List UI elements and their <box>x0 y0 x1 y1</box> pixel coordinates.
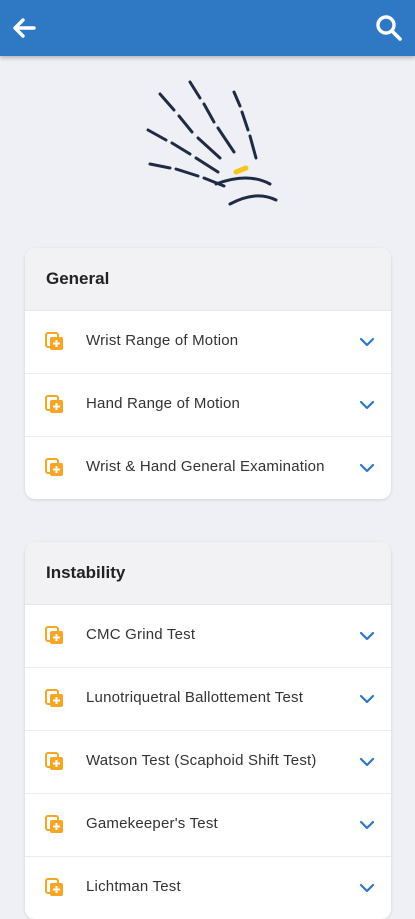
add-document-icon <box>45 458 63 476</box>
add-document-icon <box>45 752 63 770</box>
search-icon[interactable] <box>373 12 405 44</box>
chevron-down-icon[interactable] <box>359 397 375 413</box>
list-item[interactable]: Lunotriquetral Ballottement Test <box>25 668 391 731</box>
add-document-icon <box>45 689 63 707</box>
arrow-left-icon[interactable] <box>8 12 40 44</box>
list-item-label: Watson Test (Scaphoid Shift Test) <box>86 752 317 769</box>
chevron-down-icon[interactable] <box>359 754 375 770</box>
list-item[interactable]: Hand Range of Motion <box>25 374 391 437</box>
list-item-label: Gamekeeper's Test <box>86 815 218 832</box>
chevron-down-icon[interactable] <box>359 880 375 896</box>
add-document-icon <box>45 626 63 644</box>
add-document-icon <box>45 878 63 896</box>
list-item[interactable]: Watson Test (Scaphoid Shift Test) <box>25 731 391 794</box>
list-item-label: Hand Range of Motion <box>86 395 241 412</box>
chevron-down-icon[interactable] <box>359 628 375 644</box>
list-item[interactable]: Wrist & Hand General Examination <box>25 437 391 499</box>
section-title: Instability <box>25 542 391 605</box>
hand-bones-icon <box>146 80 278 206</box>
list-item[interactable]: Lichtman Test <box>25 857 391 919</box>
list-item-label: Lunotriquetral Ballottement Test <box>86 689 304 706</box>
list-item[interactable]: CMC Grind Test <box>25 605 391 668</box>
list-item[interactable]: Wrist Range of Motion <box>25 311 391 374</box>
list-item[interactable]: Gamekeeper's Test <box>25 794 391 857</box>
app-bar <box>0 0 415 56</box>
add-document-icon <box>45 815 63 833</box>
section-card-general: General Wrist Range of Motion Hand Range… <box>25 248 391 499</box>
section-card-instability: Instability CMC Grind Test Lunotriquetra… <box>25 542 391 919</box>
list-item-label: Wrist & Hand General Examination <box>86 458 325 475</box>
list-item-label: CMC Grind Test <box>86 626 196 643</box>
add-document-icon <box>45 332 63 350</box>
add-document-icon <box>45 395 63 413</box>
chevron-down-icon[interactable] <box>359 691 375 707</box>
list-item-label: Wrist Range of Motion <box>86 332 239 349</box>
chevron-down-icon[interactable] <box>359 334 375 350</box>
list-item-label: Lichtman Test <box>86 878 181 895</box>
chevron-down-icon[interactable] <box>359 817 375 833</box>
section-title: General <box>25 248 391 311</box>
chevron-down-icon[interactable] <box>359 460 375 476</box>
